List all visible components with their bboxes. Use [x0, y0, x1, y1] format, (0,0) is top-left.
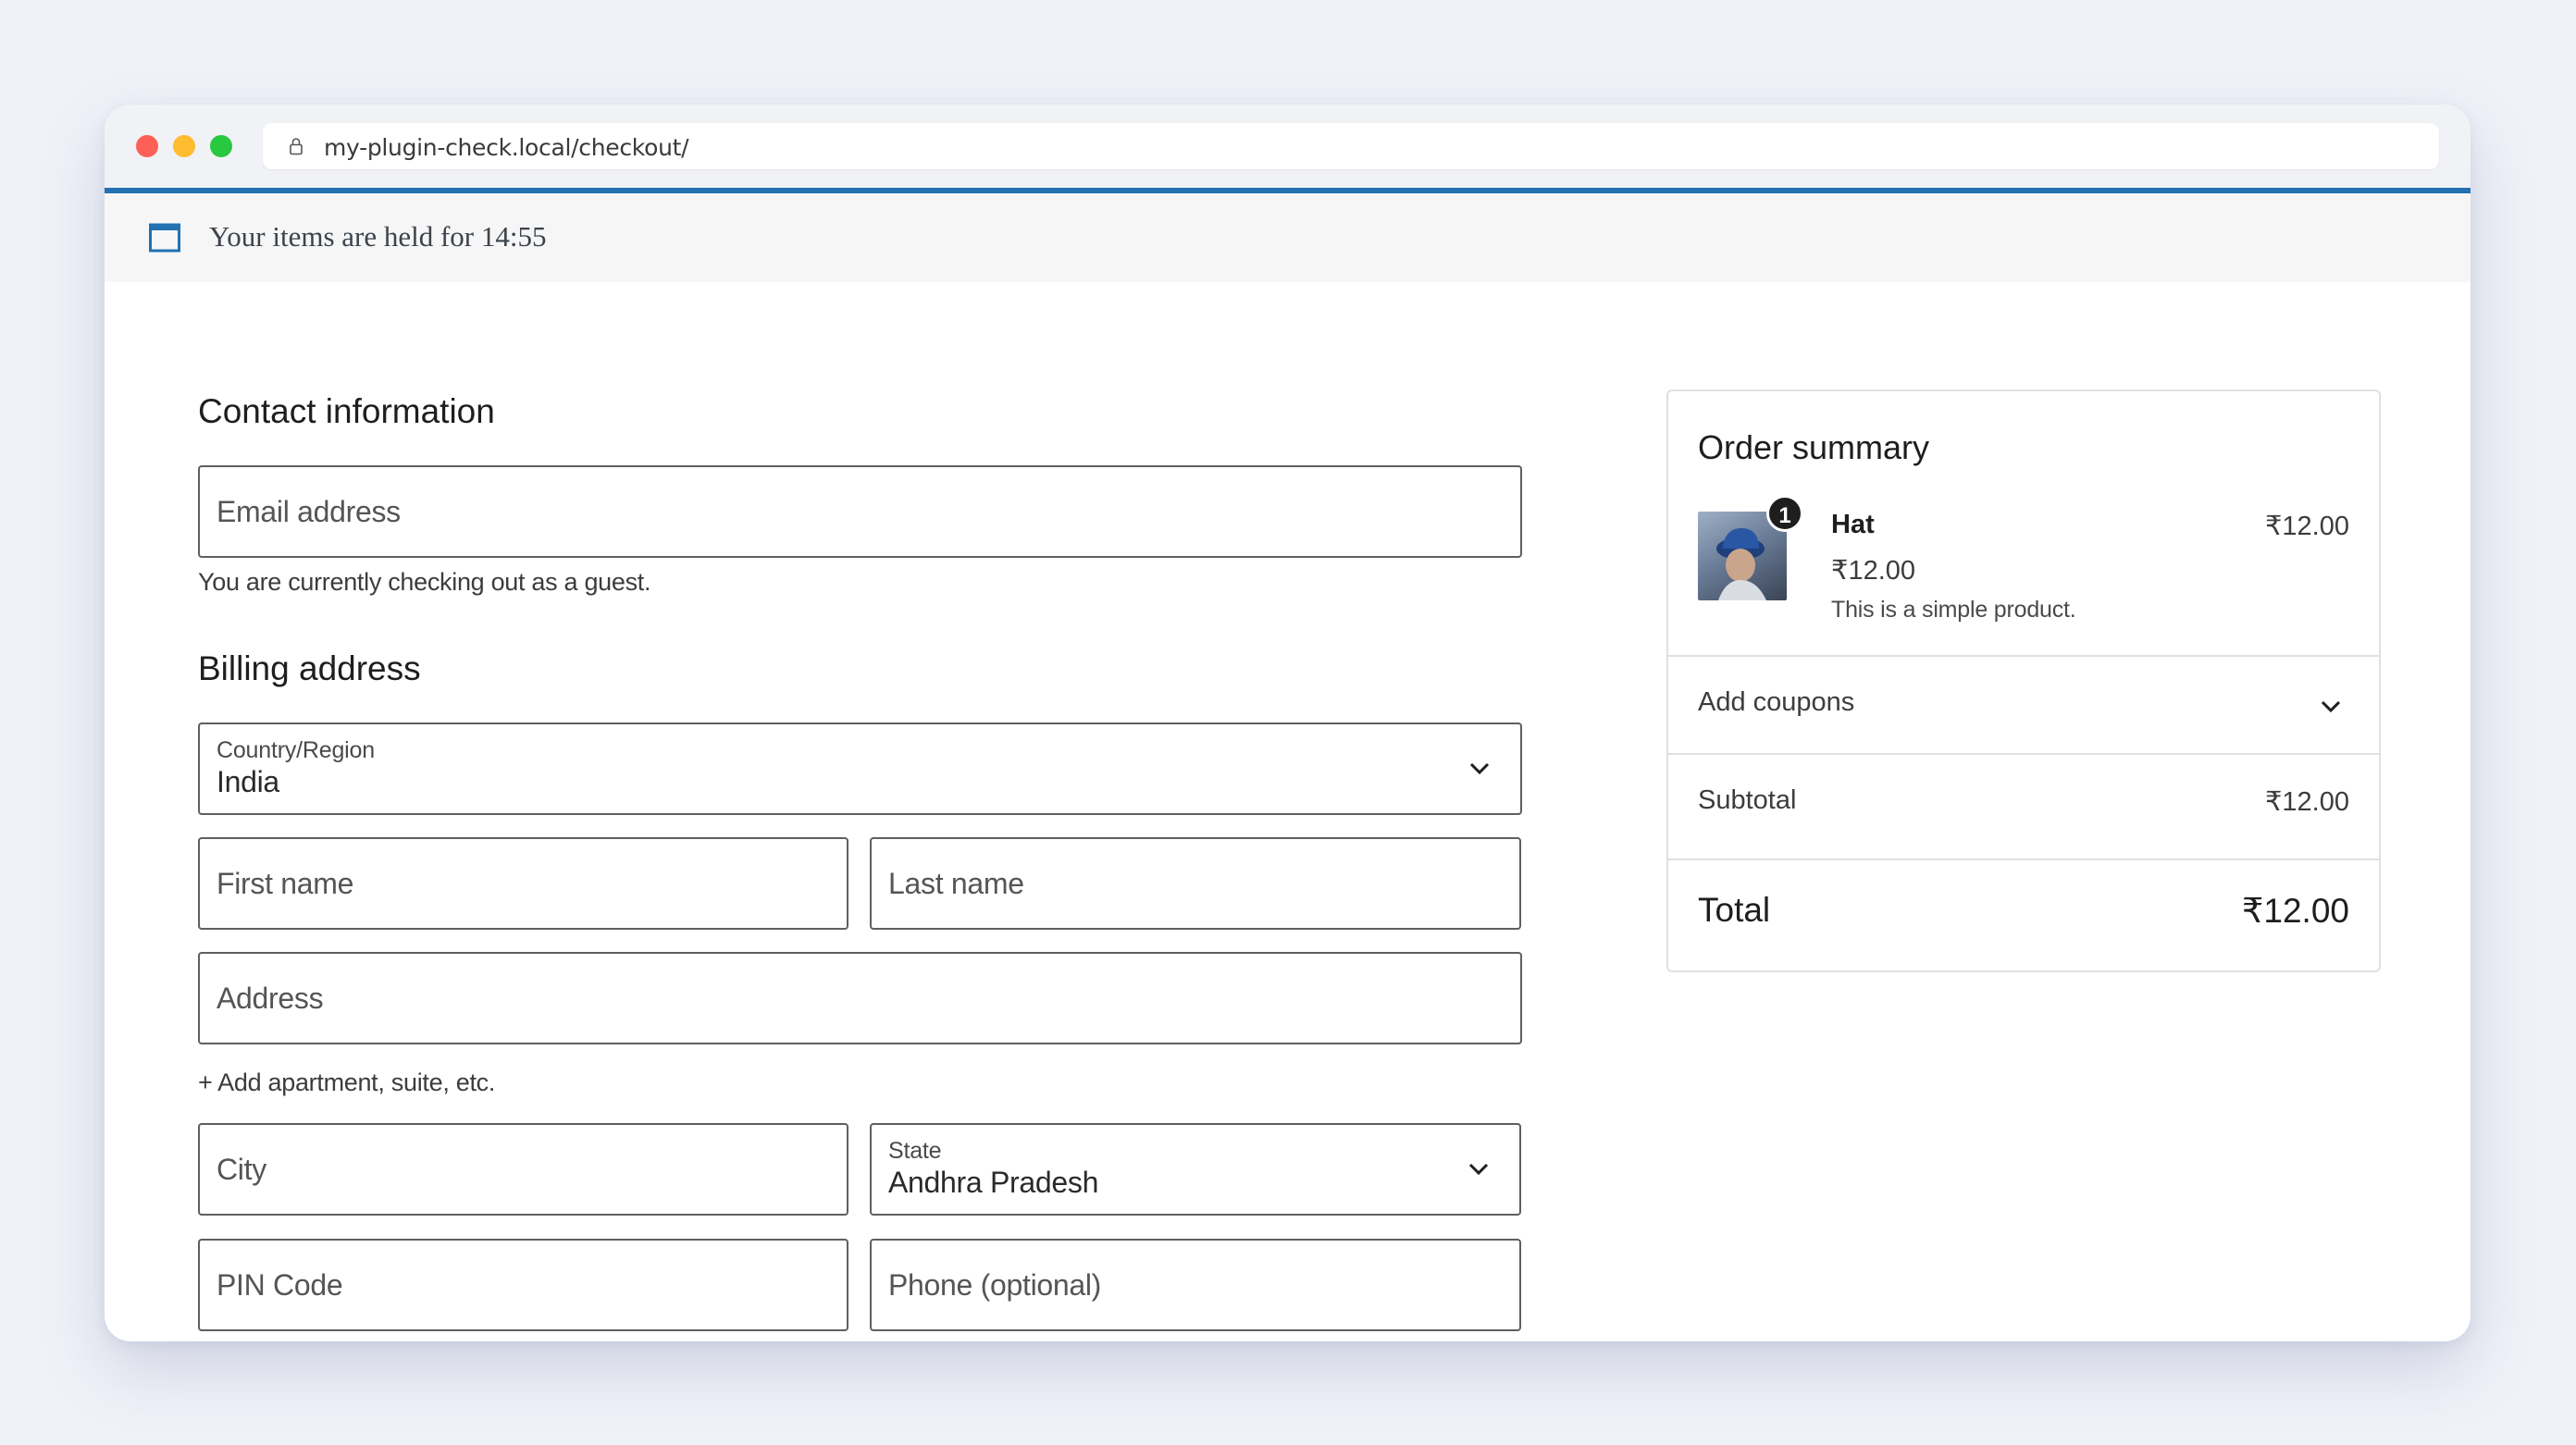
total-label: Total [1698, 891, 1771, 929]
last-name-placeholder: Last name [888, 867, 1024, 900]
product-unit-price: ₹12.00 [1831, 556, 1916, 586]
total-value: ₹12.00 [2241, 892, 2349, 930]
phone-placeholder: Phone (optional) [888, 1268, 1102, 1302]
window-icon [149, 223, 180, 253]
chevron-down-icon [1469, 762, 1490, 775]
first-name-placeholder: First name [217, 867, 354, 900]
email-placeholder: Email address [217, 495, 401, 528]
pin-code-field[interactable]: PIN Code [198, 1239, 848, 1331]
browser-window: my-plugin-check.local/checkout/ Your ite… [105, 105, 2471, 1341]
product-name: Hat [1831, 510, 1875, 539]
address-field[interactable]: Address [198, 952, 1522, 1044]
country-select[interactable]: Country/Region India [198, 722, 1522, 815]
phone-field[interactable]: Phone (optional) [870, 1239, 1521, 1331]
subtotal-value: ₹12.00 [2264, 787, 2349, 817]
url-text: my-plugin-check.local/checkout/ [324, 134, 689, 161]
pin-code-placeholder: PIN Code [217, 1268, 343, 1302]
quantity-badge: 1 [1766, 495, 1803, 532]
state-select[interactable]: State Andhra Pradesh [870, 1123, 1521, 1216]
order-summary-heading: Order summary [1698, 428, 1930, 466]
chevron-down-icon[interactable] [2320, 699, 2342, 714]
address-bar[interactable]: my-plugin-check.local/checkout/ [263, 123, 2439, 169]
add-apartment-link[interactable]: + Add apartment, suite, etc. [198, 1068, 495, 1097]
summary-divider [1668, 753, 2379, 755]
summary-divider [1668, 655, 2379, 657]
billing-address-heading: Billing address [198, 649, 421, 687]
hold-notice: Your items are held for 14:55 [105, 193, 2471, 282]
guest-checkout-note: You are currently checking out as a gues… [198, 568, 651, 596]
city-field[interactable]: City [198, 1123, 848, 1216]
first-name-field[interactable]: First name [198, 837, 848, 930]
order-summary-panel: Order summary 1 Hat ₹12.00 ₹12.00 This i… [1666, 389, 2381, 972]
contact-information-heading: Contact information [198, 392, 495, 430]
state-label: State [888, 1138, 942, 1164]
last-name-field[interactable]: Last name [870, 837, 1521, 930]
country-value: India [217, 765, 279, 798]
close-window-button[interactable] [136, 135, 158, 157]
city-placeholder: City [217, 1153, 266, 1186]
email-field[interactable]: Email address [198, 465, 1522, 558]
maximize-window-button[interactable] [210, 135, 232, 157]
lock-icon [290, 138, 303, 155]
state-value: Andhra Pradesh [888, 1166, 1099, 1199]
hold-notice-text: Your items are held for 14:55 [209, 220, 547, 253]
product-description: This is a simple product. [1831, 597, 2076, 623]
product-line-total: ₹12.00 [2264, 512, 2349, 541]
minimize-window-button[interactable] [173, 135, 195, 157]
country-label: Country/Region [217, 737, 375, 763]
summary-divider [1668, 858, 2379, 860]
chevron-down-icon [1468, 1163, 1489, 1176]
browser-toolbar: my-plugin-check.local/checkout/ [105, 105, 2471, 188]
add-coupons-toggle[interactable]: Add coupons [1698, 687, 1854, 718]
address-placeholder: Address [217, 982, 324, 1015]
subtotal-label: Subtotal [1698, 785, 1797, 815]
